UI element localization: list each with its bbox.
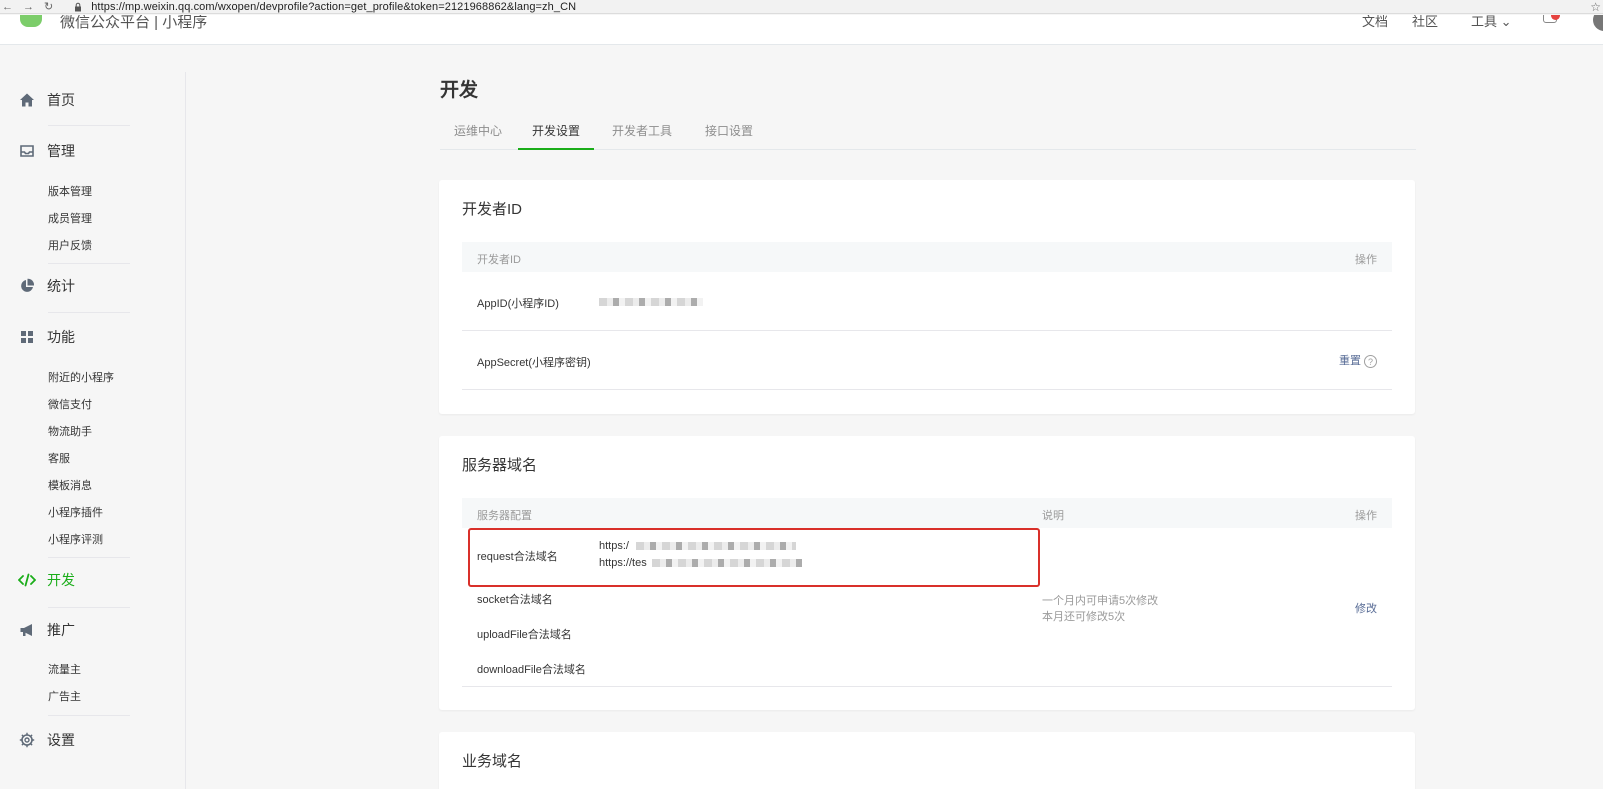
sidebar-item-label: 功能: [47, 329, 75, 345]
card-title: 服务器域名: [462, 457, 538, 474]
table-row: AppSecret(小程序密钥) 重置?: [462, 331, 1392, 390]
download-domain-label: downloadFile合法域名: [477, 664, 586, 676]
reset-link[interactable]: 重置: [1339, 355, 1361, 367]
modify-limit-note: 一个月内可申请5次修改: [1042, 595, 1159, 607]
address-bar[interactable]: https://mp.weixin.qq.com/wxopen/devprofi…: [91, 1, 576, 13]
business-domain-card: 业务域名: [439, 732, 1415, 789]
card-title: 开发者ID: [462, 201, 523, 218]
header-link-tools[interactable]: 工具 ⌄: [1471, 15, 1512, 30]
sidebar-item-develop[interactable]: 开发: [18, 568, 75, 592]
modify-link[interactable]: 修改: [1355, 600, 1377, 616]
sidebar-sub-service[interactable]: 客服: [48, 450, 70, 466]
column-header: 操作: [1355, 510, 1377, 522]
table-header: 开发者ID 操作: [462, 242, 1392, 272]
sidebar-item-manage[interactable]: 管理: [18, 139, 75, 163]
sidebar-sub-pay[interactable]: 微信支付: [48, 396, 92, 412]
column-header: 服务器配置: [477, 510, 532, 522]
lock-icon: [75, 2, 82, 11]
header-link-community[interactable]: 社区: [1412, 15, 1438, 30]
grid-icon: [18, 328, 36, 346]
sidebar: 首页 管理 版本管理 成员管理 用户反馈 统计 功能 附近的小程序 微信支付 物…: [0, 72, 186, 789]
developer-id-card: 开发者ID 开发者ID 操作 AppID(小程序ID) AppSecret(小程…: [439, 180, 1415, 414]
browser-nav: ← → ↻: [0, 0, 53, 14]
sidebar-item-label: 推广: [47, 622, 75, 638]
tab-api-settings[interactable]: 接口设置: [705, 122, 753, 150]
socket-domain-label: socket合法域名: [477, 594, 553, 606]
divider: [48, 715, 130, 716]
upload-domain-label: uploadFile合法域名: [477, 629, 572, 641]
sidebar-item-features[interactable]: 功能: [18, 325, 75, 349]
divider: [48, 263, 130, 264]
sidebar-item-promote[interactable]: 推广: [18, 618, 75, 642]
page-title: 开发: [440, 80, 479, 101]
header-link-docs[interactable]: 文档: [1362, 15, 1388, 30]
sidebar-sub-versions[interactable]: 版本管理: [48, 183, 92, 199]
bookmark-star-icon[interactable]: ☆: [1590, 0, 1601, 14]
column-header: 说明: [1042, 510, 1064, 522]
sidebar-item-label: 首页: [47, 92, 75, 108]
help-icon[interactable]: ?: [1364, 354, 1377, 368]
divider: [48, 557, 130, 558]
divider: [48, 312, 130, 313]
sidebar-sub-feedback[interactable]: 用户反馈: [48, 237, 92, 253]
code-icon: [18, 571, 36, 589]
sidebar-item-stats[interactable]: 统计: [18, 274, 75, 298]
wechat-logo[interactable]: [20, 15, 42, 27]
request-domain-highlight: [468, 528, 1040, 587]
inbox-icon: [18, 142, 36, 160]
divider: [48, 125, 130, 126]
appsecret-label: AppSecret(小程序密钥): [477, 357, 591, 369]
reset-secret-action[interactable]: 重置?: [1339, 352, 1377, 368]
column-header: 操作: [1355, 254, 1377, 266]
sidebar-item-label: 统计: [47, 278, 75, 294]
sidebar-item-label: 开发: [47, 572, 75, 588]
sidebar-sub-advertiser[interactable]: 广告主: [48, 688, 81, 704]
notification-badge: [1551, 15, 1560, 20]
site-title[interactable]: 微信公众平台 | 小程序: [60, 15, 207, 32]
sidebar-item-home[interactable]: 首页: [18, 88, 75, 112]
sidebar-sub-nearby[interactable]: 附近的小程序: [48, 369, 114, 385]
gear-icon: [18, 731, 36, 749]
sidebar-item-label: 管理: [47, 143, 75, 159]
card-title: 业务域名: [462, 753, 523, 770]
appid-value-blurred: [599, 296, 703, 308]
sidebar-sub-plugins[interactable]: 小程序插件: [48, 504, 103, 520]
tab-bar: 运维中心 开发设置 开发者工具 接口设置: [440, 118, 1416, 150]
tab-dev-tools[interactable]: 开发者工具: [612, 122, 672, 150]
reload-icon[interactable]: ↻: [44, 0, 53, 13]
sidebar-sub-template[interactable]: 模板消息: [48, 477, 92, 493]
sidebar-sub-members[interactable]: 成员管理: [48, 210, 92, 226]
site-header: 微信公众平台 | 小程序 文档 社区 工具 ⌄: [0, 15, 1603, 45]
home-icon: [18, 91, 36, 109]
pie-chart-icon: [18, 277, 36, 295]
appid-label: AppID(小程序ID): [477, 298, 559, 310]
browser-toolbar: ← → ↻ https://mp.weixin.qq.com/wxopen/de…: [0, 0, 1603, 14]
tab-dev-settings[interactable]: 开发设置: [518, 122, 595, 150]
sidebar-sub-logistics[interactable]: 物流助手: [48, 423, 92, 439]
avatar[interactable]: [1593, 15, 1603, 31]
tab-ops-center[interactable]: 运维中心: [454, 122, 502, 150]
divider: [48, 607, 130, 608]
sidebar-item-label: 设置: [47, 732, 75, 748]
sidebar-sub-evaluation[interactable]: 小程序评测: [48, 531, 103, 547]
sidebar-sub-traffic[interactable]: 流量主: [48, 661, 81, 677]
modify-remaining-note: 本月还可修改5次: [1042, 611, 1126, 623]
table-header: 服务器配置 说明 操作: [462, 498, 1392, 528]
sidebar-item-settings[interactable]: 设置: [18, 728, 75, 752]
table-row: AppID(小程序ID): [462, 272, 1392, 331]
forward-icon[interactable]: →: [23, 1, 34, 13]
column-header: 开发者ID: [477, 254, 521, 266]
megaphone-icon: [18, 621, 36, 639]
back-icon[interactable]: ←: [2, 1, 13, 13]
